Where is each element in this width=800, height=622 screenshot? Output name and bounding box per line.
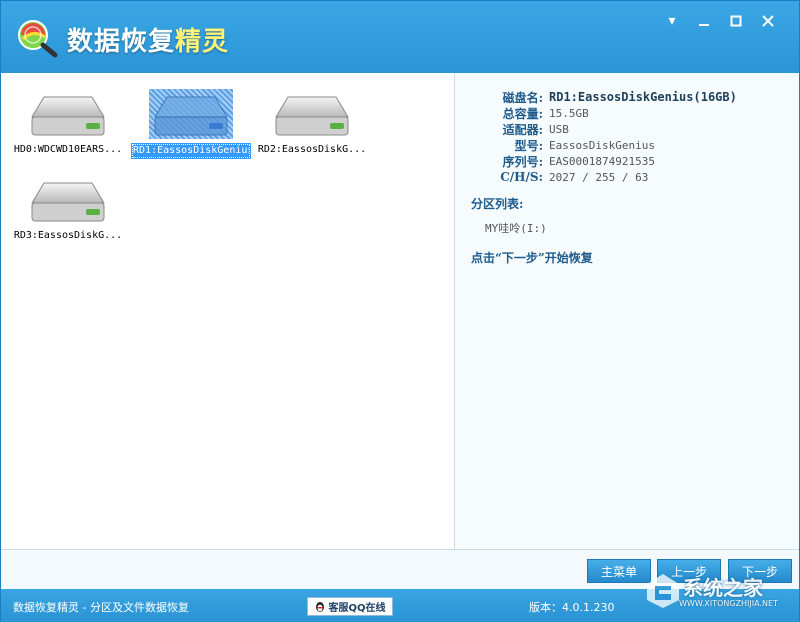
status-text: 数据恢复精灵 - 分区及文件数据恢复 bbox=[13, 601, 189, 614]
version-label: 版本：4.0.1.230 bbox=[529, 601, 615, 614]
info-row-capacity: 总容量: 15.5GB bbox=[471, 105, 791, 121]
info-row-serial: 序列号: EAS0001874921535 bbox=[471, 153, 791, 169]
info-value: USB bbox=[549, 122, 569, 136]
info-row-model: 型号: EassosDiskGenius bbox=[471, 137, 791, 153]
info-key: C/H/S: bbox=[500, 170, 543, 184]
app-title-accent: 精灵 bbox=[175, 27, 230, 57]
menu-dropdown-button[interactable]: ▾ bbox=[661, 11, 683, 31]
info-row-adapter: 适配器: USB bbox=[471, 121, 791, 137]
disk-label: RD2:EassosDiskG... bbox=[257, 144, 367, 155]
disk-item-rd1[interactable]: RD1:EassosDiskGenius(16GB) bbox=[131, 89, 251, 159]
close-icon bbox=[762, 15, 774, 27]
disk-info: 磁盘名: RD1:EassosDiskGenius(16GB) 总容量: 15.… bbox=[471, 89, 791, 185]
disk-label: RD1:EassosDiskGenius(16GB) bbox=[131, 143, 251, 159]
info-value: 15.5GB bbox=[549, 106, 589, 120]
window-controls: ▾ bbox=[661, 11, 779, 31]
disk-item-rd2[interactable]: RD2:EassosDiskG... bbox=[253, 89, 371, 156]
info-row-disk-name: 磁盘名: RD1:EassosDiskGenius(16GB) bbox=[471, 89, 791, 105]
watermark-url: WWW.XITONGZHIJIA.NET bbox=[679, 599, 778, 608]
maximize-button[interactable] bbox=[725, 11, 747, 31]
info-key: 型号: bbox=[514, 138, 543, 153]
hard-drive-icon bbox=[31, 182, 105, 222]
info-row-chs: C/H/S: 2027 / 255 / 63 bbox=[471, 169, 791, 185]
next-step-hint: 点击“下一步”开始恢复 bbox=[471, 251, 593, 265]
info-value: 2027 / 255 / 63 bbox=[549, 170, 649, 184]
minimize-button[interactable] bbox=[693, 11, 715, 31]
info-value: EassosDiskGenius bbox=[549, 138, 655, 152]
qq-support-label: 客服QQ在线 bbox=[328, 603, 386, 614]
minimize-icon bbox=[699, 24, 709, 26]
app-title: 数据恢复精灵 bbox=[67, 21, 229, 58]
info-key: 总容量: bbox=[502, 106, 543, 121]
app-logo-icon bbox=[18, 20, 58, 58]
watermark-logo-icon bbox=[647, 574, 679, 608]
info-value: EAS0001874921535 bbox=[549, 154, 655, 168]
info-key: 适配器: bbox=[502, 122, 543, 137]
title-bar[interactable]: 数据恢复精灵 ▾ bbox=[1, 1, 799, 73]
info-key: 磁盘名: bbox=[502, 90, 543, 105]
hard-drive-icon bbox=[31, 96, 105, 136]
partition-list-title: 分区列表: bbox=[471, 197, 524, 211]
qq-penguin-icon bbox=[316, 601, 325, 612]
maximize-icon bbox=[730, 15, 742, 27]
disk-label: RD3:EassosDiskG... bbox=[13, 230, 123, 241]
main-menu-button[interactable]: 主菜单 bbox=[587, 559, 651, 583]
disk-item-rd3[interactable]: RD3:EassosDiskG... bbox=[9, 175, 127, 242]
disk-item-hd0[interactable]: HD0:WDCWD10EARS... bbox=[9, 89, 127, 156]
chevron-down-icon: ▾ bbox=[668, 13, 676, 29]
qq-support-button[interactable]: 客服QQ在线 bbox=[307, 597, 393, 616]
app-title-main: 数据恢复 bbox=[67, 27, 176, 57]
disk-list-pane: HD0:WDCWD10EARS... RD1:EassosDiskGenius(… bbox=[1, 73, 455, 549]
disk-label: HD0:WDCWD10EARS... bbox=[13, 144, 123, 155]
watermark: 系统之家 WWW.XITONGZHIJIA.NET bbox=[643, 566, 793, 616]
info-key: 序列号: bbox=[502, 154, 543, 169]
hard-drive-icon bbox=[275, 96, 349, 136]
info-value: RD1:EassosDiskGenius(16GB) bbox=[549, 90, 737, 104]
hard-drive-icon bbox=[154, 96, 228, 136]
partition-item[interactable]: MY哇呤(I:) bbox=[485, 220, 547, 236]
close-button[interactable] bbox=[757, 11, 779, 31]
app-window: 数据恢复精灵 ▾ HD0:WDCWD10EARS... RD1:EassosDi… bbox=[0, 0, 800, 622]
watermark-text: 系统之家 bbox=[683, 576, 763, 600]
